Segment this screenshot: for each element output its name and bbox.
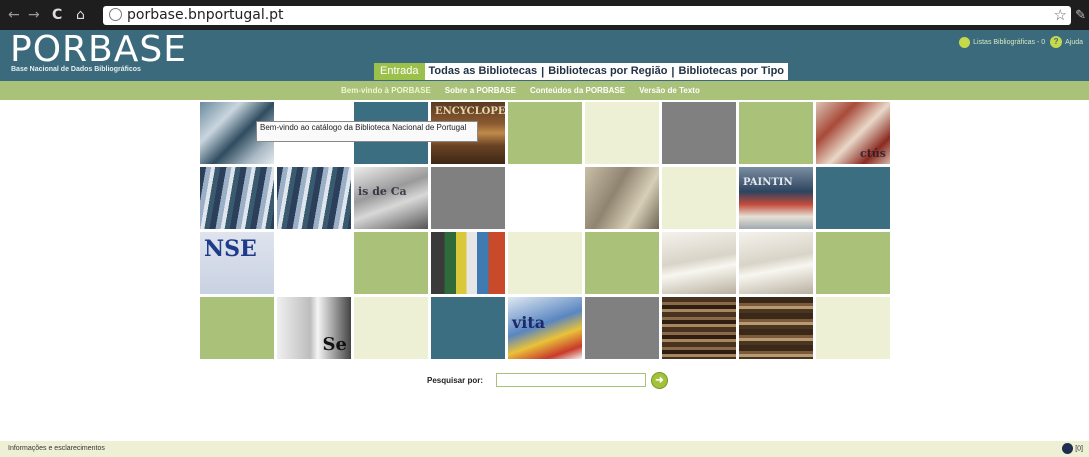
subnav-conteudos[interactable]: Conteúdos da PORBASE: [530, 81, 625, 100]
mosaic-photo-pages: [739, 232, 813, 294]
search-go-button[interactable]: ➜: [651, 372, 668, 389]
mosaic-tile: [739, 102, 813, 164]
browser-toolbar: ← → C ⌂ porbase.bnportugal.pt ☆ ✎: [0, 0, 1089, 30]
counter-value: [0]: [1075, 445, 1083, 453]
sub-nav: Bem-vindo à PORBASE Sobre a PORBASE Cont…: [0, 81, 1089, 100]
globe-icon: [109, 8, 122, 21]
search-label: Pesquisar por:: [427, 376, 484, 385]
mosaic-tile: [508, 232, 582, 294]
url-text: porbase.bnportugal.pt: [127, 7, 284, 23]
mosaic-tile: [200, 297, 274, 359]
forward-icon[interactable]: →: [28, 6, 40, 24]
mosaic-tile: [354, 232, 428, 294]
mosaic-tile: [585, 297, 659, 359]
mosaic-tile: [277, 232, 351, 294]
tab-bibliotecas-regiao[interactable]: Bibliotecas por Região: [544, 63, 671, 80]
mosaic-photo-manuscript: ctús: [816, 102, 890, 164]
mosaic-photo-old-document: [585, 167, 659, 229]
welcome-tooltip: Bem-vindo ao catálogo da Biblioteca Naci…: [256, 121, 478, 142]
reload-icon[interactable]: C: [52, 6, 62, 24]
address-bar[interactable]: porbase.bnportugal.pt ☆: [103, 6, 1071, 25]
tile-text: NSE: [204, 236, 257, 262]
tile-text: ENCYCLOPE: [435, 106, 505, 117]
mosaic-photo-shelf: [200, 167, 274, 229]
arrow-right-icon: ➜: [655, 375, 664, 386]
mosaic-photo-letters: NSE: [200, 232, 274, 294]
mosaic-tile: [508, 167, 582, 229]
tile-text: is de Ca: [358, 185, 407, 198]
mosaic-tile: [816, 297, 890, 359]
counter-icon: [1062, 443, 1074, 454]
tab-bibliotecas-tipo[interactable]: Bibliotecas por Tipo: [675, 63, 789, 80]
mosaic-tile: [662, 167, 736, 229]
porbase-logo[interactable]: PORBASE: [10, 32, 187, 68]
mosaic-photo-paper-stack: [662, 297, 736, 359]
top-links: Listas Bibliográficas - 0 ? Ajuda: [956, 36, 1083, 48]
tab-entrada[interactable]: Entrada: [374, 63, 425, 80]
tile-text: ctús: [860, 147, 886, 160]
subnav-sobre[interactable]: Sobre a PORBASE: [445, 81, 516, 100]
search-input[interactable]: [496, 373, 646, 387]
wrench-icon[interactable]: ✎: [1075, 7, 1086, 23]
home-icon[interactable]: ⌂: [76, 6, 85, 24]
mosaic-photo-shelf: [277, 167, 351, 229]
mosaic-photo-paper-stack: [739, 297, 813, 359]
tab-todas-bibliotecas[interactable]: Todas as Bibliotecas: [425, 63, 542, 80]
subnav-versao-texto[interactable]: Versão de Texto: [639, 81, 700, 100]
main-tabs: Entrada Todas as Bibliotecas | Bibliotec…: [374, 63, 789, 80]
help-link[interactable]: Ajuda: [1065, 39, 1083, 46]
lists-link[interactable]: Listas Bibliográficas - 0: [973, 39, 1045, 46]
mosaic-tile: [816, 232, 890, 294]
logo-subtitle: Base Nacional de Dados Bibliográficos: [11, 66, 141, 73]
tile-text: vita: [512, 313, 546, 332]
back-icon[interactable]: ←: [8, 6, 20, 24]
mosaic-tile: [662, 102, 736, 164]
mosaic-tile: [431, 167, 505, 229]
mosaic-tile: [585, 102, 659, 164]
bookmark-star-icon[interactable]: ☆: [1054, 6, 1067, 25]
mosaic-photo-newspaper: Se: [277, 297, 351, 359]
mosaic-photo-pages: [662, 232, 736, 294]
mosaic-photo-book-spines: [431, 232, 505, 294]
subnav-bem-vindo[interactable]: Bem-vindo à PORBASE: [341, 81, 431, 100]
help-icon: ?: [1050, 36, 1063, 48]
info-link[interactable]: Informações e esclarecimentos: [8, 445, 105, 452]
tile-text: Se: [322, 334, 347, 355]
site-header: PORBASE Base Nacional de Dados Bibliográ…: [0, 30, 1089, 81]
mosaic-photo-print: is de Ca: [354, 167, 428, 229]
mosaic-tile: [508, 102, 582, 164]
mosaic-tile: [816, 167, 890, 229]
mosaic-photo-comic: vita: [508, 297, 582, 359]
mosaic-tile: [431, 297, 505, 359]
lists-icon: [959, 36, 971, 48]
site-footer: Informações e esclarecimentos [0]: [0, 441, 1089, 457]
tile-text: PAINTIN: [743, 177, 793, 188]
mosaic-tile: [354, 297, 428, 359]
visit-counter: [0]: [1062, 443, 1083, 454]
mosaic-tile: [585, 232, 659, 294]
mosaic-photo-painting-book: PAINTIN: [739, 167, 813, 229]
